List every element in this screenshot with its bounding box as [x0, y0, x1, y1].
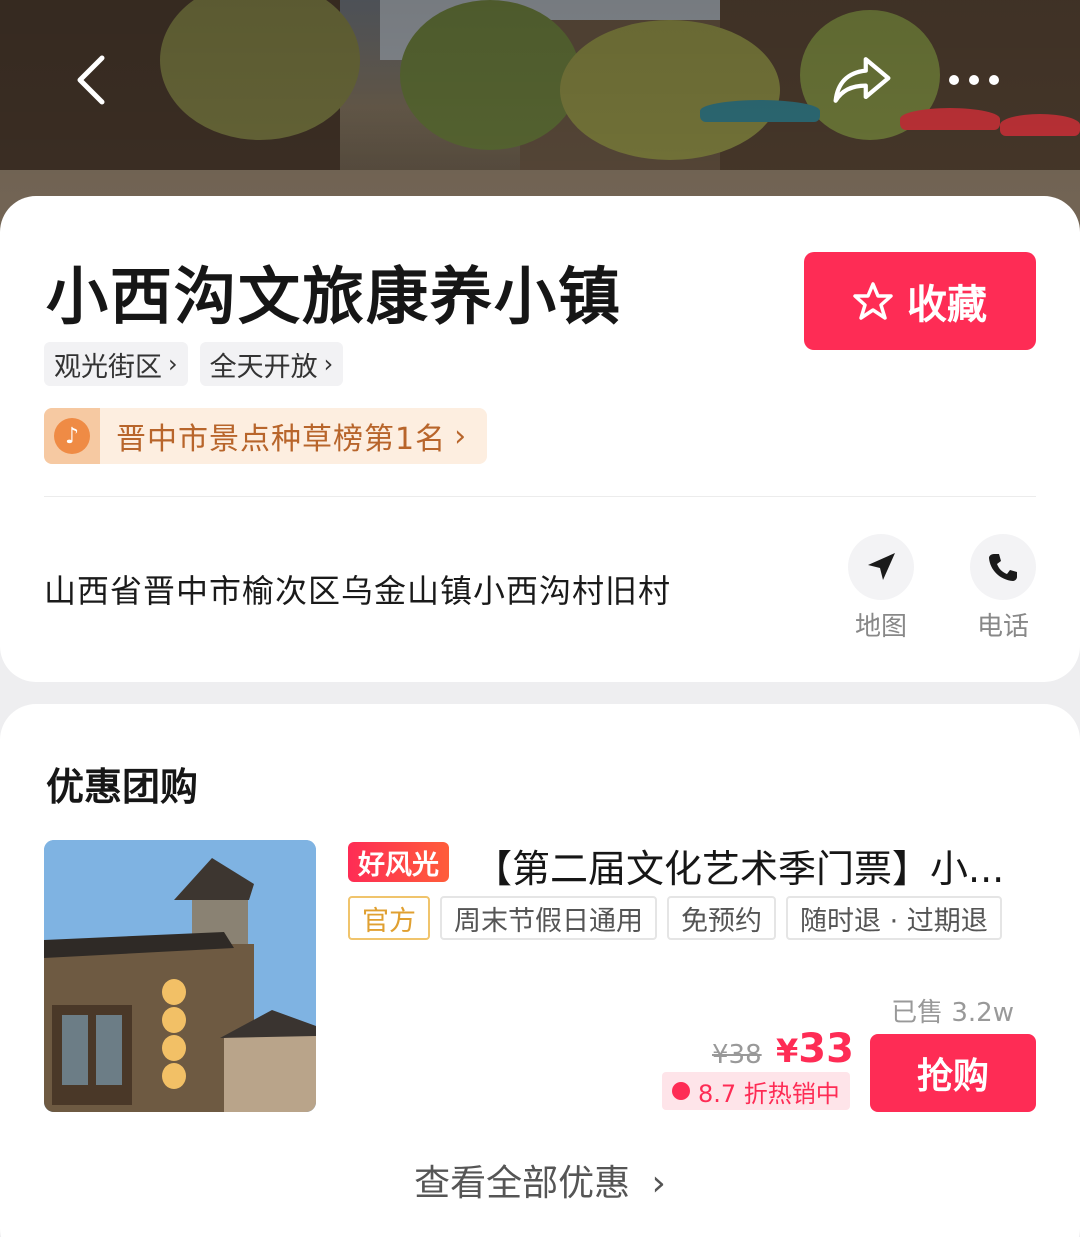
phone-button[interactable]: 电话 [968, 534, 1038, 643]
ranking-text: 晋中市景点种草榜第1名 [116, 422, 447, 457]
chevron-right-icon: › [168, 350, 178, 378]
favorite-label: 收藏 [907, 282, 987, 328]
tag-category[interactable]: 观光街区 › [44, 342, 188, 386]
deal-thumbnail[interactable] [44, 840, 316, 1112]
page-title: 小西沟文旅康养小镇 [46, 260, 623, 333]
tag-icon [672, 1082, 690, 1100]
chip-no-reservation: 免预约 [667, 896, 776, 940]
deal-badge: 好风光 [348, 842, 449, 882]
chip-official: 官方 [348, 896, 430, 940]
ranking-banner[interactable]: ♪ 晋中市景点种草榜第1名 › [44, 408, 488, 464]
more-button[interactable] [942, 48, 1006, 112]
chevron-left-icon [77, 55, 105, 105]
address-text: 山西省晋中市榆次区乌金山镇小西沟村旧村 [44, 572, 672, 610]
category-tags: 观光街区 › 全天开放 › [44, 342, 344, 386]
phone-label: 电话 [976, 612, 1029, 642]
divider [44, 496, 1036, 497]
discount-badge: 8.7 折热销中 [662, 1072, 850, 1110]
share-icon [833, 57, 891, 103]
sold-count: 已售 3.2w [891, 998, 1014, 1028]
currency-symbol: ¥ [776, 1032, 799, 1070]
map-button[interactable]: 地图 [846, 534, 916, 643]
douyin-logo-icon: ♪ [44, 408, 100, 464]
original-price: ¥38 [712, 1040, 762, 1070]
more-dots-icon [949, 75, 999, 85]
buy-button[interactable]: 抢购 [870, 1034, 1036, 1112]
info-card: 小西沟文旅康养小镇 收藏 观光街区 › 全天开放 › ♪ 晋中市景点种草榜第1名… [0, 196, 1080, 682]
deal-chips: 官方 周末节假日通用 免预约 随时退 · 过期退 [348, 896, 1002, 940]
deal-title[interactable]: 【第二届文化艺术季门票】小... [474, 838, 1034, 893]
chevron-right-icon: › [323, 350, 334, 378]
share-button[interactable] [830, 48, 894, 112]
chip-weekend: 周末节假日通用 [440, 896, 657, 940]
deal-thumbnail-image [44, 840, 316, 1112]
chevron-right-icon: › [651, 1163, 666, 1204]
chevron-right-icon: › [454, 418, 468, 454]
current-price: ¥33 [776, 1026, 854, 1072]
tag-label: 观光街区 [54, 351, 162, 383]
map-label: 地图 [854, 612, 907, 642]
section-title: 优惠团购 [46, 765, 199, 809]
view-all-deals-link[interactable]: 查看全部优惠 › [0, 1154, 1080, 1206]
view-all-label: 查看全部优惠 [414, 1163, 631, 1204]
chip-refund: 随时退 · 过期退 [786, 896, 1002, 940]
phone-icon [989, 554, 1017, 581]
tag-label: 全天开放 [209, 351, 318, 383]
deals-card: 优惠团购 好风光 【第二届文化艺术季门票】小... 官方 周末节假日通用 免预约… [0, 704, 1080, 1237]
navigation-arrow-icon [868, 553, 895, 580]
back-button[interactable] [60, 48, 124, 112]
star-icon [853, 282, 893, 320]
favorite-button[interactable]: 收藏 [804, 252, 1036, 350]
discount-text: 8.7 折热销中 [698, 1079, 840, 1108]
tag-hours[interactable]: 全天开放 › [199, 342, 344, 386]
price-value: 33 [798, 1026, 854, 1072]
